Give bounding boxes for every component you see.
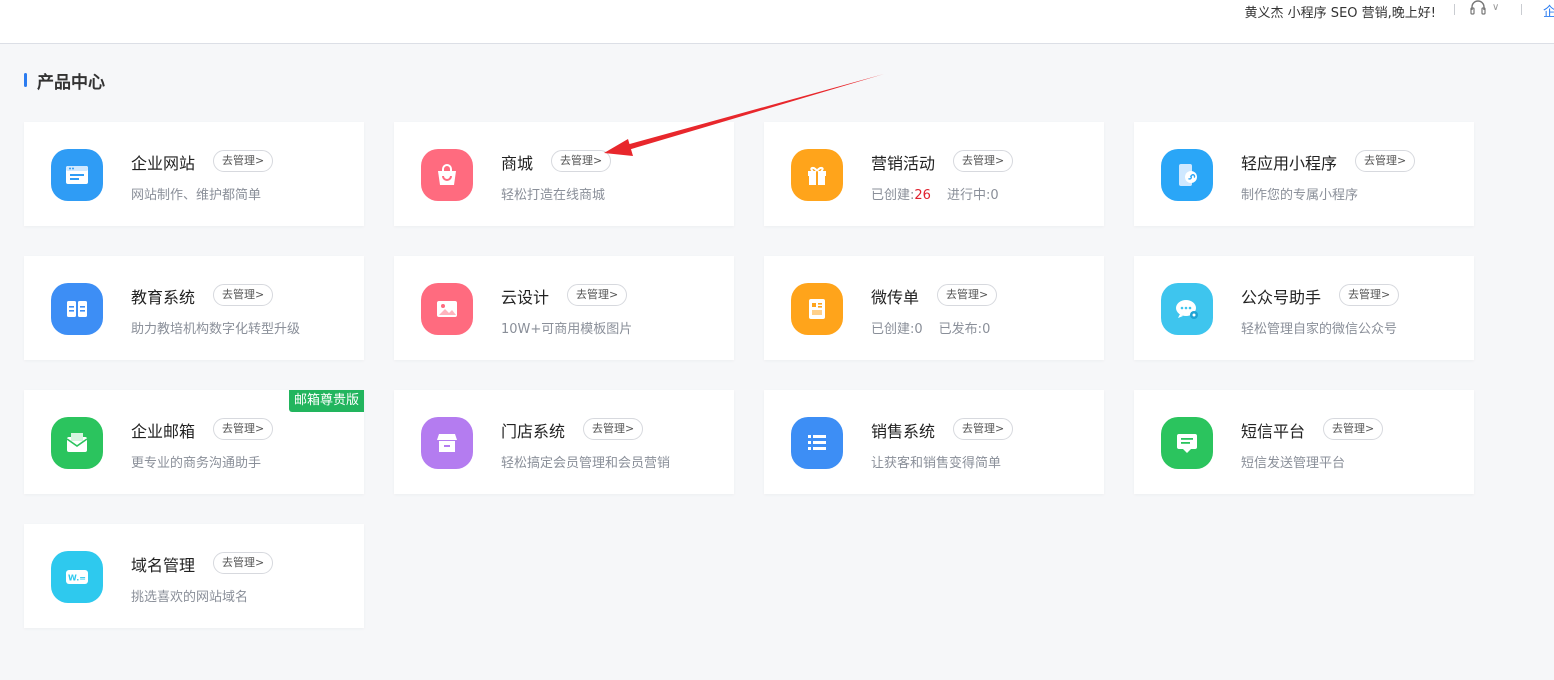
- product-title[interactable]: 商城: [501, 150, 533, 174]
- manage-button[interactable]: 去管理>: [953, 150, 1014, 172]
- top-bar: 黄义杰 小程序 SEO 营销,晚上好! ∨ 企: [0, 0, 1554, 44]
- product-card[interactable]: 营销活动 去管理> 已创建:26 进行中:0: [764, 122, 1104, 226]
- product-title[interactable]: 公众号助手: [1241, 284, 1321, 308]
- product-title[interactable]: 门店系统: [501, 418, 565, 442]
- product-description: 助力教培机构数字化转型升级: [131, 322, 301, 337]
- product-description: 制作您的专属小程序: [1241, 188, 1359, 203]
- manage-button[interactable]: 去管理>: [1339, 284, 1400, 306]
- divider: [1521, 4, 1522, 15]
- product-title[interactable]: 微传单: [871, 284, 919, 308]
- section-header: 产品中心: [24, 70, 105, 93]
- manage-button[interactable]: 去管理>: [583, 418, 644, 440]
- product-title[interactable]: 企业网站: [131, 150, 195, 174]
- manage-button[interactable]: 去管理>: [213, 552, 274, 574]
- manage-button[interactable]: 去管理>: [937, 284, 998, 306]
- wechat-icon: [1161, 283, 1213, 335]
- gift-icon: [791, 149, 843, 201]
- product-description: 挑选喜欢的网站域名: [131, 590, 249, 605]
- manage-button[interactable]: 去管理>: [567, 284, 628, 306]
- product-title[interactable]: 企业邮箱: [131, 418, 195, 442]
- product-description: 轻松管理自家的微信公众号: [1241, 322, 1398, 337]
- product-card[interactable]: 门店系统 去管理> 轻松搞定会员管理和会员营销: [394, 390, 734, 494]
- product-card[interactable]: 商城 去管理> 轻松打造在线商城: [394, 122, 734, 226]
- manage-button[interactable]: 去管理>: [213, 284, 274, 306]
- created-label: 已创建:: [871, 188, 915, 203]
- created-count: 26: [914, 188, 931, 203]
- product-card[interactable]: 微传单 去管理> 已创建:0 已发布:0: [764, 256, 1104, 360]
- mail-icon: [51, 417, 103, 469]
- manage-button[interactable]: 去管理>: [1355, 150, 1416, 172]
- product-card[interactable]: 短信平台 去管理> 短信发送管理平台: [1134, 390, 1474, 494]
- store-icon: [421, 417, 473, 469]
- status-count: 0: [990, 188, 999, 203]
- enterprise-link[interactable]: 企: [1543, 1, 1554, 20]
- list-icon: [791, 417, 843, 469]
- premium-badge: 邮箱尊贵版: [288, 390, 364, 412]
- section-accent-bar: [24, 73, 27, 87]
- domain-icon-text: W.=: [68, 574, 86, 583]
- manage-button[interactable]: 去管理>: [213, 418, 274, 440]
- status-label: 进行中:: [946, 188, 991, 203]
- divider: [1454, 4, 1455, 15]
- domain-icon: W.=: [51, 551, 103, 603]
- product-stats: 已创建:26 进行中:0: [871, 184, 999, 203]
- product-card[interactable]: 云设计 去管理> 10W+可商用模板图片: [394, 256, 734, 360]
- manage-button[interactable]: 去管理>: [953, 418, 1014, 440]
- mini-program-icon: [1161, 149, 1213, 201]
- product-title[interactable]: 轻应用小程序: [1241, 150, 1337, 174]
- product-title[interactable]: 营销活动: [871, 150, 935, 174]
- product-card[interactable]: 销售系统 去管理> 让获客和销售变得简单: [764, 390, 1104, 494]
- product-title[interactable]: 短信平台: [1241, 418, 1305, 442]
- product-card[interactable]: 教育系统 去管理> 助力教培机构数字化转型升级: [24, 256, 364, 360]
- user-greeting: 黄义杰 小程序 SEO 营销,晚上好!: [1244, 6, 1436, 21]
- product-description: 让获客和销售变得简单: [871, 456, 1002, 471]
- manage-button[interactable]: 去管理>: [1323, 418, 1384, 440]
- product-description: 网站制作、维护都简单: [131, 188, 262, 203]
- sms-icon: [1161, 417, 1213, 469]
- flyer-icon: [791, 283, 843, 335]
- product-card[interactable]: 企业邮箱 去管理> 更专业的商务沟通助手 邮箱尊贵版: [24, 390, 364, 494]
- product-description: 10W+可商用模板图片: [501, 322, 633, 337]
- headset-icon[interactable]: [1468, 0, 1488, 16]
- manage-button[interactable]: 去管理>: [551, 150, 612, 172]
- product-description: 短信发送管理平台: [1241, 456, 1346, 471]
- page-title: 产品中心: [37, 72, 105, 93]
- manage-button[interactable]: 去管理>: [213, 150, 274, 172]
- product-card[interactable]: W.= 域名管理 去管理> 挑选喜欢的网站域名: [24, 524, 364, 628]
- chevron-down-icon[interactable]: ∨: [1492, 2, 1499, 13]
- product-stats: 已创建:0 已发布:0: [871, 318, 990, 337]
- product-description: 更专业的商务沟通助手: [131, 456, 262, 471]
- product-card[interactable]: 公众号助手 去管理> 轻松管理自家的微信公众号: [1134, 256, 1474, 360]
- shopping-bag-icon: [421, 149, 473, 201]
- created-label: 已创建:: [871, 322, 915, 337]
- product-title[interactable]: 教育系统: [131, 284, 195, 308]
- product-card[interactable]: 企业网站 去管理> 网站制作、维护都简单: [24, 122, 364, 226]
- product-title[interactable]: 销售系统: [871, 418, 935, 442]
- book-icon: [51, 283, 103, 335]
- product-card[interactable]: 轻应用小程序 去管理> 制作您的专属小程序: [1134, 122, 1474, 226]
- created-count: 0: [914, 322, 923, 337]
- status-count: 0: [982, 322, 991, 337]
- website-icon: [51, 149, 103, 201]
- product-description: 轻松打造在线商城: [501, 188, 606, 203]
- product-title[interactable]: 域名管理: [131, 552, 195, 576]
- status-label: 已发布:: [938, 322, 983, 337]
- image-icon: [421, 283, 473, 335]
- product-description: 轻松搞定会员管理和会员营销: [501, 456, 671, 471]
- product-title[interactable]: 云设计: [501, 284, 549, 308]
